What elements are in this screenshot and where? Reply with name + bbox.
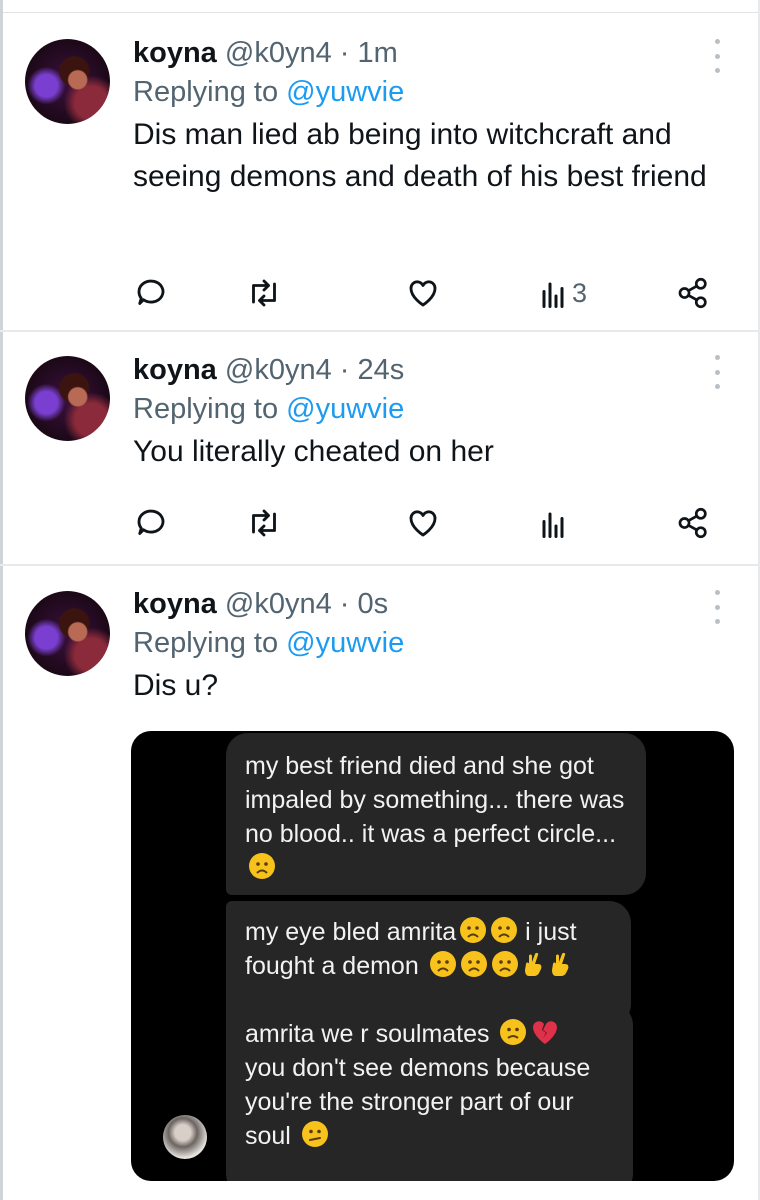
like-button[interactable] (404, 273, 442, 313)
timestamp[interactable]: 24s (358, 354, 405, 386)
views-count: 3 (572, 277, 588, 308)
share-icon (678, 507, 707, 539)
replying-prefix: Replying to (133, 393, 287, 425)
like-icon (409, 510, 437, 537)
chat-message-text: i just (525, 918, 577, 946)
worried-face-icon (249, 853, 275, 879)
display-name[interactable]: koyna (133, 354, 217, 386)
more-icon[interactable] (714, 355, 720, 389)
attached-chat-screenshot[interactable]: my best friend died and she got impaled … (131, 731, 734, 1181)
user-handle[interactable]: @k0yn4 (225, 354, 332, 386)
reply-icon (137, 509, 165, 535)
avatar[interactable] (25, 356, 110, 441)
chat-message: my best friend died and she got impaled … (226, 733, 646, 895)
retweet-button[interactable] (245, 273, 283, 313)
tweet-content: koyna @k0yn4 · 1m Replying to @yuwvie Di… (133, 35, 733, 198)
replying-to: Replying to @yuwvie (133, 624, 733, 662)
chat-avatar (163, 1115, 207, 1159)
mention-link[interactable]: @yuwvie (286, 627, 404, 659)
tweet-text: Dis man lied ab being into witchcraft an… (133, 118, 707, 193)
mention-link[interactable]: @yuwvie (286, 393, 404, 425)
chat-message-text: you don't see demons because you're the … (245, 1054, 591, 1150)
chat-line: amrita we r soulmates (245, 1017, 615, 1051)
action-bar: 3 (133, 273, 723, 313)
separator-dot: · (339, 588, 350, 620)
avatar[interactable] (25, 39, 110, 124)
chat-message-text: amrita we r soulmates (245, 1020, 490, 1048)
reply-icon (137, 279, 165, 305)
views-button[interactable]: 3 (540, 273, 587, 313)
more-icon[interactable] (714, 590, 720, 624)
worried-face-icon (429, 951, 456, 977)
chat-message: amrita we r soulmates you don't see demo… (226, 1003, 633, 1181)
retweet-button[interactable] (245, 503, 283, 543)
timestamp[interactable]: 0s (358, 588, 389, 620)
tweet-1[interactable]: koyna @k0yn4 · 1m Replying to @yuwvie Di… (0, 13, 760, 331)
worried-face-icon (491, 951, 518, 977)
chat-message-text: fought a demon (245, 952, 419, 980)
more-icon[interactable] (714, 39, 720, 73)
chat-message-text: my best friend died and she got impaled … (245, 752, 625, 848)
tweet-2[interactable]: koyna @k0yn4 · 24s Replying to @yuwvie Y… (0, 331, 760, 564)
reply-button[interactable] (133, 273, 169, 313)
replying-prefix: Replying to (133, 76, 287, 108)
views-icon (542, 282, 564, 308)
worried-face-icon (491, 917, 518, 943)
chat-line: fought a demon (245, 949, 613, 983)
tweet-3[interactable]: koyna @k0yn4 · 0s Replying to @yuwvie Di… (0, 566, 760, 1200)
chat-line: my eye bled amrita i just (245, 915, 613, 949)
confused-face-icon (301, 1121, 328, 1147)
tweet-header: koyna @k0yn4 · 0s (133, 586, 733, 622)
mention-link[interactable]: @yuwvie (286, 76, 404, 108)
like-icon (409, 280, 437, 307)
retweet-icon (252, 279, 276, 307)
crossed-fingers-icon (551, 952, 569, 976)
display-name[interactable]: koyna (133, 588, 217, 620)
views-icon (542, 512, 564, 538)
chat-message-text: my eye bled amrita (245, 918, 457, 946)
timestamp[interactable]: 1m (358, 37, 398, 69)
replying-prefix: Replying to (133, 627, 287, 659)
separator-dot: · (339, 354, 350, 386)
tweet-header: koyna @k0yn4 · 24s (133, 352, 733, 388)
action-bar (133, 503, 723, 543)
share-icon (678, 277, 707, 309)
share-button[interactable] (676, 503, 710, 543)
user-handle[interactable]: @k0yn4 (225, 37, 332, 69)
frowning-face-icon (500, 1019, 527, 1045)
worried-face-icon (460, 917, 487, 943)
like-button[interactable] (404, 503, 442, 543)
worried-face-icon (460, 951, 487, 977)
display-name[interactable]: koyna (133, 37, 217, 69)
tweet-content: koyna @k0yn4 · 0s Replying to @yuwvie Di… (133, 586, 733, 707)
broken-heart-icon (533, 1021, 558, 1044)
share-button[interactable] (676, 273, 710, 313)
views-button[interactable] (540, 503, 566, 543)
chat-line: you don't see demons because you're the … (245, 1051, 615, 1153)
tweet-text: You literally cheated on her (133, 435, 494, 468)
tweet-header: koyna @k0yn4 · 1m (133, 35, 733, 71)
separator-dot: · (339, 37, 350, 69)
tweet-content: koyna @k0yn4 · 24s Replying to @yuwvie Y… (133, 352, 733, 473)
replying-to: Replying to @yuwvie (133, 73, 733, 111)
reply-button[interactable] (133, 503, 169, 543)
crossed-fingers-icon (524, 952, 542, 976)
avatar[interactable] (25, 591, 110, 676)
tweet-text: Dis u? (133, 669, 219, 702)
replying-to: Replying to @yuwvie (133, 390, 733, 428)
user-handle[interactable]: @k0yn4 (225, 588, 332, 620)
retweet-icon (252, 509, 276, 537)
